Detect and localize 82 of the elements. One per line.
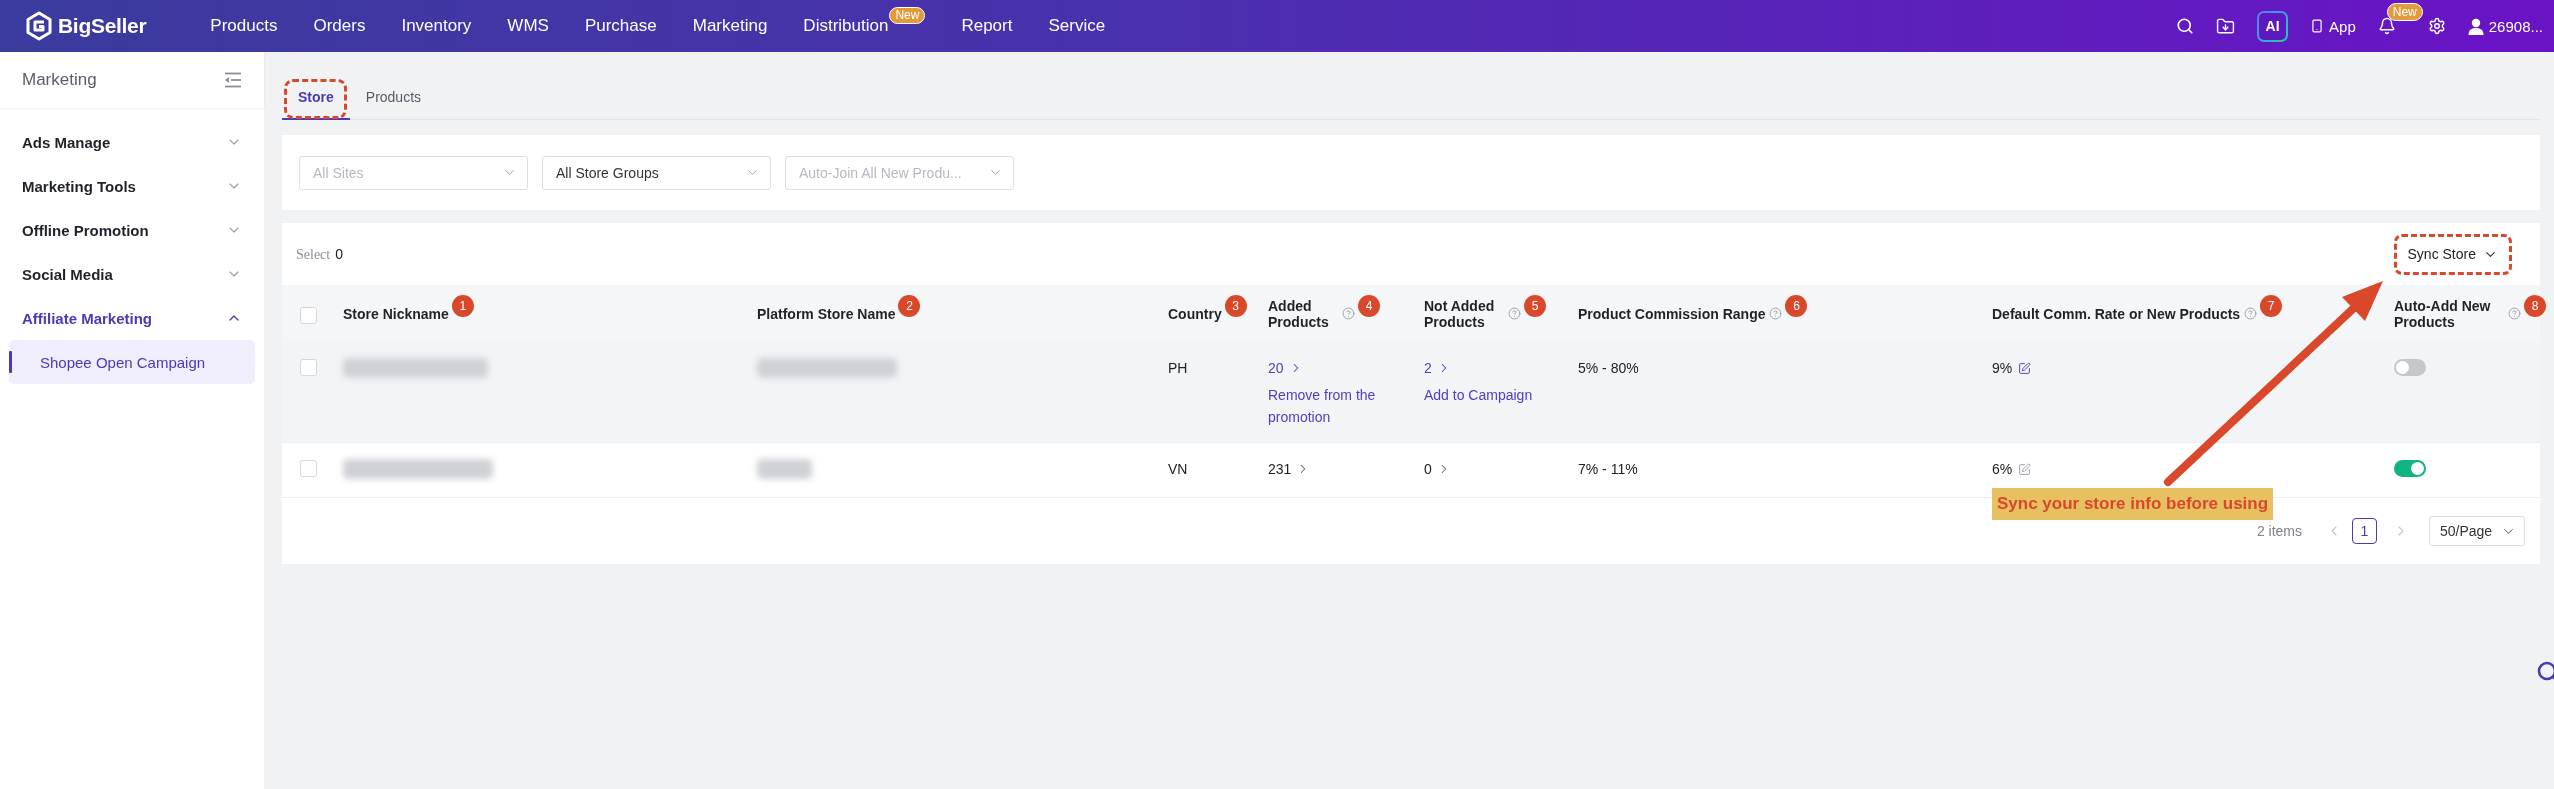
column-header: Store Nickname — [343, 305, 449, 322]
toggle-switch[interactable] — [2394, 359, 2426, 376]
count-link[interactable]: 0 — [1424, 457, 1451, 481]
sidebar-group[interactable]: Social Media — [0, 252, 264, 296]
number-marker: 7 — [2260, 294, 2283, 317]
nav-item[interactable]: WMS — [507, 16, 549, 36]
row-checkbox[interactable] — [300, 460, 317, 477]
column-header: Default Comm. Rate or New Products — [1992, 305, 2241, 322]
nav-item[interactable]: Marketing — [692, 16, 768, 36]
search-icon[interactable] — [2176, 17, 2195, 35]
table-cell-text: PH — [1168, 359, 1188, 378]
column-header: Platform Store Name — [757, 305, 896, 322]
app-link[interactable]: App — [2310, 17, 2356, 35]
help-icon[interactable] — [1342, 307, 1355, 320]
filter-select[interactable]: All Store Groups — [542, 155, 771, 190]
user-icon — [2467, 17, 2484, 35]
settings-icon[interactable] — [2427, 17, 2446, 35]
phone-icon — [2310, 19, 2325, 33]
nav-item[interactable]: Report — [961, 16, 1013, 36]
help-icon[interactable] — [1769, 307, 1783, 320]
sidebar-group[interactable]: Offline Promotion — [0, 208, 264, 252]
table-cell-text: 5% - 80% — [1578, 359, 1639, 378]
logo-icon — [25, 11, 53, 41]
edit-icon[interactable] — [2018, 361, 2032, 375]
number-marker: 6 — [1785, 294, 1808, 317]
logo-text: BigSeller — [58, 14, 147, 38]
help-icon[interactable] — [1508, 307, 1521, 320]
edit-icon[interactable] — [2018, 462, 2032, 476]
sidebar-group[interactable]: Ads Manage — [0, 120, 264, 164]
count-link[interactable]: 20 — [1268, 356, 1303, 380]
sidebar-item[interactable]: Shopee Open Campaign — [9, 340, 255, 384]
ai-button[interactable]: AI — [2257, 10, 2289, 42]
annotation-callout: Sync your store info before using — [1992, 488, 2274, 520]
folder-download-icon[interactable] — [2216, 16, 2236, 36]
table-cell-text: VN — [1168, 460, 1188, 479]
help-icon[interactable] — [2508, 307, 2521, 320]
column-header: Product Commission Range — [1578, 305, 1766, 322]
nav-item[interactable]: Products — [210, 16, 278, 36]
table-cell-text: 7% - 11% — [1578, 460, 1638, 479]
nav-item[interactable]: Service — [1048, 16, 1106, 36]
new-badge: New — [2386, 3, 2423, 21]
select-all-checkbox[interactable] — [300, 306, 317, 324]
number-marker: 1 — [451, 294, 474, 317]
column-header: Country — [1168, 305, 1222, 322]
sync-store-button[interactable]: Sync Store — [2393, 233, 2512, 275]
sidebar-group[interactable]: Affiliate Marketing — [0, 296, 264, 340]
count-link[interactable]: 231 — [1268, 457, 1311, 481]
user-menu[interactable]: 26908... — [2467, 17, 2543, 35]
table-cell-text: 6% — [1992, 460, 2013, 479]
page-size-select[interactable]: 50/Page — [2429, 516, 2525, 546]
column-header: Not Added Products — [1424, 297, 1496, 330]
number-marker: 3 — [1224, 294, 1247, 317]
collapse-menu-icon[interactable] — [224, 72, 242, 88]
redacted-text — [757, 459, 812, 479]
number-marker: 8 — [2524, 294, 2546, 317]
row-checkbox[interactable] — [300, 359, 317, 376]
bell-icon[interactable] — [2377, 17, 2396, 35]
tab[interactable]: Store — [282, 76, 350, 120]
column-header: Added Products — [1268, 297, 1330, 330]
column-header: Auto-Add New Products — [2394, 297, 2492, 330]
sidebar-title: Marketing — [22, 70, 97, 90]
select-label: Select — [296, 246, 331, 263]
table-cell-text: 9% — [1992, 359, 2013, 378]
nav-item[interactable]: Inventory — [401, 16, 472, 36]
nav-item[interactable]: Purchase — [584, 16, 657, 36]
number-marker: 4 — [1358, 294, 1380, 317]
nav-item[interactable]: Distribution — [803, 16, 889, 36]
sidebar-group[interactable]: Marketing Tools — [0, 164, 264, 208]
select-count: 0 — [335, 245, 343, 262]
selection-indicator — [9, 351, 12, 373]
toggle-switch[interactable] — [2394, 460, 2426, 477]
count-link[interactable]: 2 — [1424, 356, 1451, 380]
nav-item[interactable]: Orders — [313, 16, 366, 36]
tab[interactable]: Products — [349, 76, 438, 120]
total-count: 2 items — [2256, 523, 2302, 539]
action-link[interactable]: Add to Campaign — [1424, 384, 1533, 406]
number-marker: 5 — [1524, 294, 1546, 317]
new-badge: New — [889, 7, 926, 24]
number-marker: 2 — [898, 294, 921, 317]
action-link[interactable]: Remove from the promotion — [1268, 384, 1393, 428]
help-icon[interactable] — [2244, 307, 2258, 320]
page-button[interactable]: 1 — [2352, 518, 2377, 544]
